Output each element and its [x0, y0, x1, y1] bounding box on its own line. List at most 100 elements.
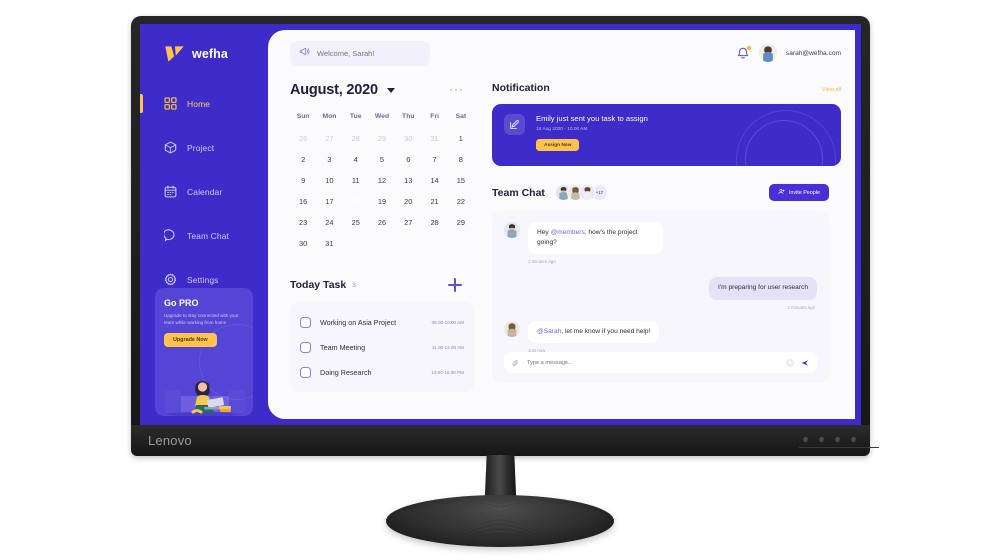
edit-note-icon	[504, 114, 525, 135]
chat-bubble: Hey @members, how's the project going?	[528, 222, 663, 255]
search-box[interactable]	[290, 40, 430, 66]
calendar-day-name: Sat	[455, 113, 467, 120]
calendar-day[interactable]: 22	[448, 193, 474, 210]
task-row[interactable]: Team Meeting 11.00-12.00 AM	[300, 336, 464, 358]
brand[interactable]: wefha	[140, 24, 268, 62]
calendar-day[interactable]: 30	[395, 130, 421, 147]
calendar-day[interactable]: 20	[395, 193, 421, 210]
monitor-stand-base	[386, 495, 614, 547]
calendar-day[interactable]: 10	[316, 172, 342, 189]
sidebar-item-label: Project	[187, 142, 215, 153]
notification-card[interactable]: Emily just sent you task to assign 18 Au…	[492, 104, 841, 166]
calendar-day[interactable]: 26	[290, 130, 316, 147]
calendar-day	[421, 235, 447, 252]
sidebar-nav: Home Project Calendar Team Chat Settings	[140, 89, 268, 294]
calendar-day[interactable]: 24	[316, 214, 342, 231]
calendar-day[interactable]: 29	[369, 130, 395, 147]
calendar-day[interactable]: 27	[316, 130, 342, 147]
calendar-day[interactable]: 23	[290, 214, 316, 231]
bell-icon[interactable]	[736, 46, 751, 60]
sidebar-item-home[interactable]: Home	[140, 89, 268, 118]
content-panel: sarah@wefha.com August, 2020 Sun Mon Tue We…	[268, 30, 855, 419]
calendar-day[interactable]: 28	[343, 130, 369, 147]
monitor-chin	[131, 425, 879, 456]
task-checkbox[interactable]	[300, 316, 311, 328]
calendar-day[interactable]: 14	[421, 172, 447, 189]
task-time: 08.00-10.00 AM	[431, 319, 464, 325]
assign-now-button[interactable]: Assign Now	[536, 139, 580, 151]
chat-timestamp: 2 minutes ago	[787, 304, 815, 310]
calendar-day[interactable]: 31	[316, 235, 342, 252]
calendar-day[interactable]: 25	[343, 214, 369, 231]
more-dots-icon[interactable]	[449, 88, 475, 92]
gear-icon	[164, 273, 177, 286]
calendar-day[interactable]: 1	[448, 130, 474, 147]
calendar-day-today[interactable]: 18	[343, 193, 369, 210]
calendar-day[interactable]: 7	[421, 151, 447, 168]
calendar-day[interactable]: 12	[369, 172, 395, 189]
calendar-grid[interactable]: Sun Mon Tue Wed Thu Fri Sat 26 27 28 29 30 31 1 2 3 4 5 6 7…	[290, 113, 474, 252]
message-input[interactable]	[527, 359, 779, 366]
emoji-icon[interactable]	[786, 354, 794, 372]
calendar-day[interactable]: 3	[316, 151, 342, 168]
left-column: August, 2020 Sun Mon Tue Wed Thu Fri Sat 26 27 28…	[290, 76, 474, 419]
task-row[interactable]: Doing Research 13.00-16.00 PM	[300, 361, 464, 383]
task-name: Working on Asia Project	[320, 317, 397, 327]
calendar-day[interactable]: 11	[343, 172, 369, 189]
monitor-button-3[interactable]	[835, 437, 840, 442]
plus-icon[interactable]	[448, 278, 462, 292]
calendar-day[interactable]: 9	[290, 172, 316, 189]
invite-people-button[interactable]: Invite People	[768, 184, 829, 201]
send-icon[interactable]	[801, 354, 809, 372]
calendar-day[interactable]: 6	[395, 151, 421, 168]
calendar-day[interactable]: 29	[448, 214, 474, 231]
calendar-day-name: Fri	[430, 113, 439, 120]
topbar-right: sarah@wefha.com	[736, 44, 841, 62]
calendar-day[interactable]: 5	[369, 151, 395, 168]
calendar-day[interactable]: 15	[448, 172, 474, 189]
upgrade-now-button[interactable]: Upgrade Now	[164, 333, 217, 348]
invite-people-label: Invite People	[788, 189, 820, 196]
calendar-day[interactable]: 19	[369, 193, 395, 210]
task-checkbox[interactable]	[300, 366, 311, 378]
calendar-day[interactable]: 17	[316, 193, 342, 210]
search-input[interactable]	[317, 48, 421, 58]
calendar-day[interactable]: 16	[290, 193, 316, 210]
calendar-day[interactable]: 13	[395, 172, 421, 189]
sidebar-item-project[interactable]: Project	[140, 133, 268, 162]
calendar-day[interactable]: 30	[290, 235, 316, 252]
calendar-day[interactable]: 2	[290, 151, 316, 168]
sidebar-item-calendar[interactable]: Calendar	[140, 177, 268, 206]
calendar-day[interactable]: 21	[421, 193, 447, 210]
calendar-day[interactable]: 31	[421, 130, 447, 147]
calendar-day	[343, 235, 369, 252]
monitor-button-1[interactable]	[803, 437, 808, 442]
calendar-day[interactable]: 27	[395, 214, 421, 231]
paperclip-icon[interactable]	[512, 354, 520, 372]
go-pro-title: Go PRO	[164, 298, 199, 308]
chat-message-incoming: Hey @members, how's the project going?	[504, 222, 817, 255]
calendar-day[interactable]: 28	[421, 214, 447, 231]
calendar-day[interactable]: 26	[369, 214, 395, 231]
chat-panel: Hey @members, how's the project going? 2…	[492, 211, 829, 383]
chat-composer[interactable]	[504, 352, 817, 373]
calendar-day[interactable]: 4	[343, 151, 369, 168]
calendar-day[interactable]: 8	[448, 151, 474, 168]
user-avatar[interactable]	[758, 44, 777, 62]
chat-bubble: I'm preparing for user research	[709, 277, 817, 300]
chevron-down-icon[interactable]	[386, 87, 395, 93]
mention-tag[interactable]: @Sarah	[537, 328, 561, 335]
task-checkbox[interactable]	[300, 341, 311, 353]
task-row[interactable]: Working on Asia Project 08.00-10.00 AM	[300, 311, 464, 333]
right-column: Notification View all Emily just sent yo…	[492, 76, 841, 419]
monitor-control-buttons[interactable]	[799, 437, 879, 448]
mention-tag[interactable]: @members,	[551, 229, 587, 236]
member-avatar-stack[interactable]: +17	[554, 184, 608, 201]
box-icon	[164, 141, 177, 154]
sidebar-item-team-chat[interactable]: Team Chat	[140, 221, 268, 250]
monitor-button-2[interactable]	[819, 437, 824, 442]
go-pro-card: Go PRO Upgrade to stay connected with yo…	[155, 288, 253, 416]
view-all-link[interactable]: View all	[822, 87, 841, 93]
monitor-button-power[interactable]	[851, 437, 856, 442]
notification-message: Emily just sent you task to assign	[536, 114, 648, 123]
